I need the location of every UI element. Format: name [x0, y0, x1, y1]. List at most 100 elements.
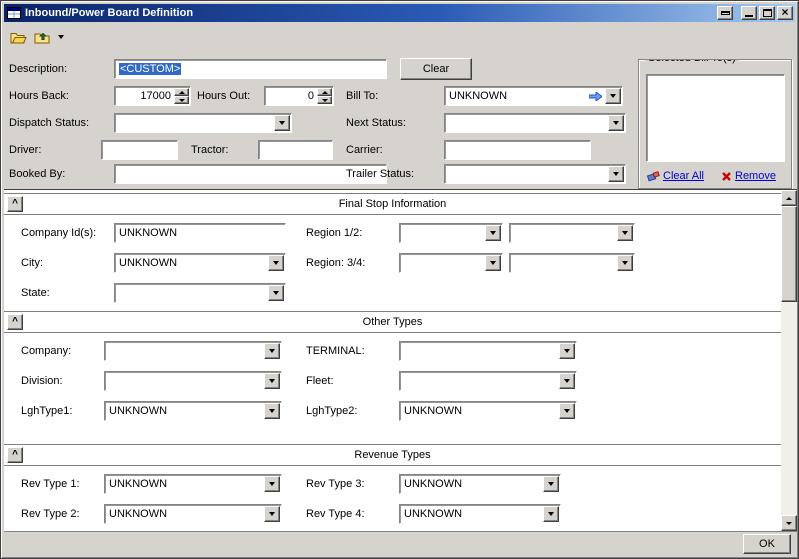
rollup-icon — [721, 11, 730, 15]
rev-type-4-label: Rev Type 4: — [306, 508, 365, 520]
dropdown-button[interactable] — [264, 373, 280, 389]
scroll-up-button[interactable] — [781, 190, 797, 206]
booked-by-label: Booked By: — [9, 168, 65, 180]
company-combo[interactable] — [104, 341, 282, 361]
dropdown-button[interactable] — [268, 285, 284, 301]
dropdown-button[interactable] — [485, 225, 501, 241]
division-combo[interactable] — [104, 371, 282, 391]
terminal-label: TERMINAL: — [306, 345, 365, 357]
remove-icon — [721, 171, 732, 182]
dropdown-button[interactable] — [264, 506, 280, 522]
dropdown-button[interactable] — [559, 343, 575, 359]
dropdown-button[interactable] — [268, 255, 284, 271]
hours-out-input[interactable]: 0 — [264, 86, 334, 106]
spin-up-button[interactable] — [317, 88, 332, 96]
tractor-input[interactable] — [258, 140, 333, 160]
dropdown-button[interactable] — [274, 115, 290, 131]
rev-type-4-combo[interactable]: UNKNOWN — [399, 504, 561, 524]
ok-button[interactable]: OK — [743, 534, 791, 554]
city-label: City: — [21, 257, 43, 269]
division-label: Division: — [21, 375, 63, 387]
collapse-other-types-button[interactable]: ^ — [7, 314, 23, 330]
collapse-final-stop-button[interactable]: ^ — [7, 196, 23, 212]
fleet-combo[interactable] — [399, 371, 577, 391]
trailer-status-combo[interactable] — [444, 164, 626, 184]
maximize-button[interactable] — [759, 6, 775, 20]
scroll-down-button[interactable] — [781, 515, 797, 531]
dispatch-status-combo[interactable] — [114, 113, 292, 133]
toolbar — [6, 24, 67, 50]
driver-input[interactable] — [101, 140, 178, 160]
other-types-section-title: Other Types — [363, 316, 423, 328]
rollup-button[interactable] — [717, 6, 733, 20]
dropdown-button[interactable] — [485, 255, 501, 271]
folder-open-icon — [10, 30, 27, 45]
bill-to-combo[interactable]: UNKNOWN — [444, 86, 623, 106]
region1-combo[interactable] — [399, 223, 503, 243]
hours-out-spinner[interactable] — [317, 88, 332, 104]
spin-down-button[interactable] — [174, 96, 189, 104]
region12-label: Region 1/2: — [306, 227, 362, 239]
chevron-down-icon — [490, 231, 496, 235]
bill-to-go-button[interactable] — [586, 88, 604, 104]
terminal-combo[interactable] — [399, 341, 577, 361]
clear-all-link[interactable]: Clear All — [647, 170, 704, 182]
trailer-status-label: Trailer Status: — [346, 168, 414, 180]
region3-combo[interactable] — [399, 253, 503, 273]
final-stop-section-title: Final Stop Information — [339, 198, 447, 210]
hours-back-input[interactable]: 17000 — [114, 86, 191, 106]
dropdown-button[interactable] — [264, 343, 280, 359]
load-button[interactable] — [30, 26, 54, 49]
dropdown-button[interactable] — [605, 88, 621, 104]
open-button[interactable] — [6, 26, 30, 49]
chevron-down-icon — [279, 121, 285, 125]
region2-combo[interactable] — [509, 223, 635, 243]
selected-bill-tos-list[interactable] — [646, 74, 785, 162]
hours-back-spinner[interactable] — [174, 88, 189, 104]
next-status-combo[interactable] — [444, 113, 626, 133]
spin-down-button[interactable] — [317, 96, 332, 104]
collapse-revenue-types-button[interactable]: ^ — [7, 447, 23, 463]
rev-type-1-combo[interactable]: UNKNOWN — [104, 474, 282, 494]
state-combo[interactable] — [114, 283, 286, 303]
dropdown-button[interactable] — [617, 225, 633, 241]
dropdown-button[interactable] — [264, 403, 280, 419]
dropdown-button[interactable] — [617, 255, 633, 271]
dropdown-button[interactable] — [543, 476, 559, 492]
dropdown-button[interactable] — [559, 403, 575, 419]
lghtype2-combo[interactable]: UNKNOWN — [399, 401, 577, 421]
triangle-down-icon — [786, 522, 792, 525]
carrier-label: Carrier: — [346, 144, 383, 156]
folder-up-icon — [34, 30, 51, 45]
dropdown-button[interactable] — [264, 476, 280, 492]
clear-button[interactable]: Clear — [400, 58, 472, 80]
region4-combo[interactable] — [509, 253, 635, 273]
revenue-types-section-header: ^ Revenue Types — [4, 444, 781, 466]
city-combo[interactable]: UNKNOWN — [114, 253, 286, 273]
remove-link[interactable]: Remove — [721, 170, 776, 182]
chevron-down-icon — [58, 35, 64, 39]
chevron-down-icon — [490, 261, 496, 265]
chevron-down-icon — [564, 349, 570, 353]
dispatch-status-label: Dispatch Status: — [9, 117, 89, 129]
close-button[interactable]: × — [777, 6, 793, 20]
lghtype1-combo[interactable]: UNKNOWN — [104, 401, 282, 421]
rev-type-2-combo[interactable]: UNKNOWN — [104, 504, 282, 524]
dropdown-button[interactable] — [608, 166, 624, 182]
dropdown-button[interactable] — [559, 373, 575, 389]
dropdown-button[interactable] — [543, 506, 559, 522]
spin-up-icon — [322, 91, 328, 94]
spin-up-button[interactable] — [174, 88, 189, 96]
minimize-button[interactable] — [741, 6, 757, 20]
toolbar-dropdown-button[interactable] — [54, 26, 67, 49]
company-ids-input[interactable]: UNKNOWN — [114, 223, 286, 243]
dropdown-button[interactable] — [608, 115, 624, 131]
tractor-label: Tractor: — [191, 144, 229, 156]
chevron-down-icon — [273, 261, 279, 265]
panel-scrollbar[interactable] — [781, 190, 797, 531]
scrollbar-thumb[interactable] — [781, 206, 797, 302]
rev-type-3-combo[interactable]: UNKNOWN — [399, 474, 561, 494]
hours-back-label: Hours Back: — [9, 90, 69, 102]
carrier-input[interactable] — [444, 140, 591, 160]
description-input[interactable]: <CUSTOM> — [114, 59, 387, 79]
